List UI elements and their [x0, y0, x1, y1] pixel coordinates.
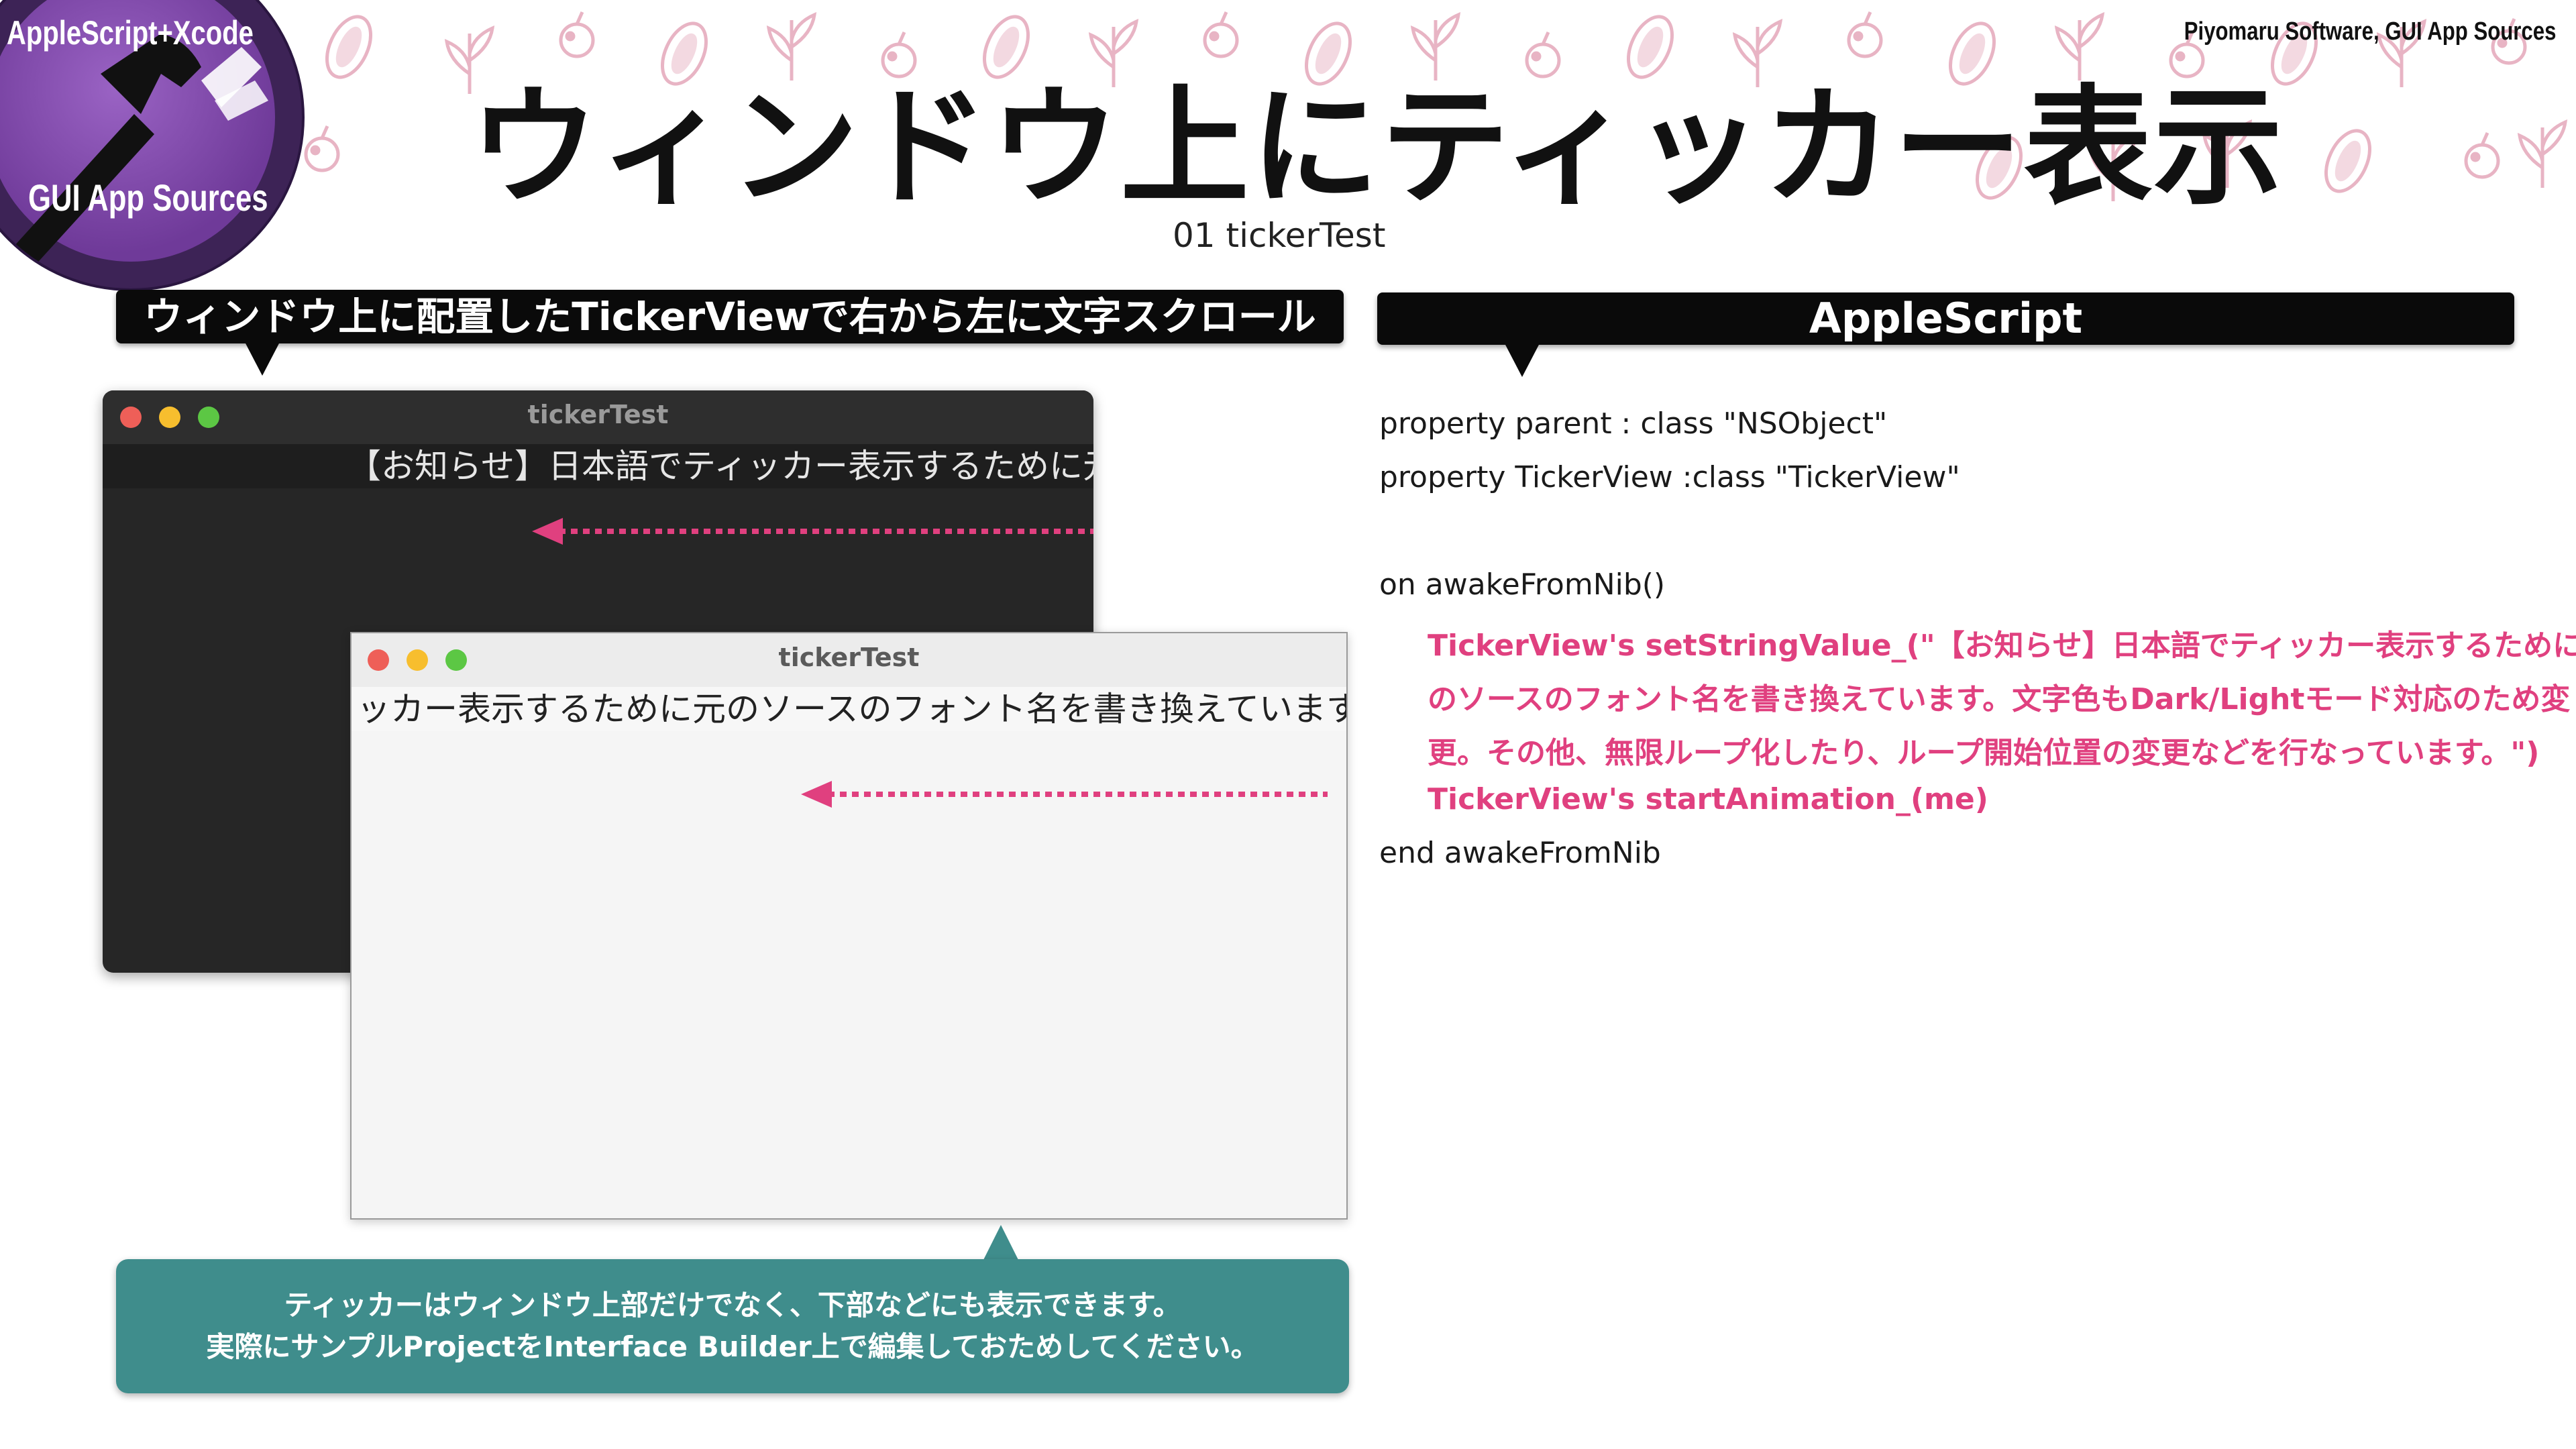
window-titlebar: tickerTest — [352, 633, 1346, 687]
code-line: TickerView's setStringValue_("【お知らせ】日本語で… — [1428, 629, 2576, 663]
ticker-view: ッカー表示するために元のソースのフォント名を書き換えています。 — [352, 687, 1346, 731]
note-line: ティッカーはウィンドウ上部だけでなく、下部などにも表示できます。 — [284, 1289, 1181, 1322]
arrow-left-icon — [532, 518, 1093, 545]
code-line: のソースのフォント名を書き換えています。文字色もDark/Lightモード対応の… — [1428, 682, 2571, 716]
note-pointer — [983, 1225, 1018, 1260]
ticker-text: ッカー表示するために元のソースのフォント名を書き換えています。 — [357, 690, 1346, 729]
window-title: tickerTest — [778, 643, 920, 672]
ticker-text: 【お知らせ】日本語でティッカー表示するために元 — [347, 447, 1093, 486]
ticker-view: 【お知らせ】日本語でティッカー表示するために元 — [103, 444, 1093, 488]
code-line: property TickerView :class "TickerView" — [1379, 460, 1960, 494]
code-line: TickerView's startAnimation_(me) — [1428, 782, 1988, 816]
light-mode-window: tickerTest ッカー表示するために元のソースのフォント名を書き換えていま… — [350, 632, 1348, 1220]
arrow-left-icon — [801, 781, 1328, 808]
logo-top-text: AppleScript+Xcode — [7, 14, 254, 52]
window-titlebar: tickerTest — [103, 390, 1093, 444]
app-logo: AppleScript+Xcode GUI App Sources — [0, 0, 302, 288]
code-line: end awakeFromNib — [1379, 836, 1661, 870]
note-callout: ティッカーはウィンドウ上部だけでなく、下部などにも表示できます。 実際にサンプル… — [116, 1259, 1349, 1393]
code-line: on awakeFromNib() — [1379, 568, 1666, 602]
left-label-pointer — [245, 342, 280, 376]
right-section-label: AppleScript — [1377, 292, 2514, 345]
code-line: property parent : class "NSObject" — [1379, 407, 1888, 441]
brand-label: Piyomaru Software, GUI App Sources — [2184, 17, 2556, 46]
right-label-pointer — [1505, 343, 1540, 377]
page-subtitle: 01 tickerTest — [1173, 216, 1386, 255]
page-title: ウィンドウ上にティッカー表示 — [470, 73, 2284, 223]
code-line: 更。その他、無限ループ化したり、ループ開始位置の変更などを行なっています。") — [1428, 736, 2540, 770]
logo-bottom-text: GUI App Sources — [28, 176, 268, 219]
left-section-label: ウィンドウ上に配置したTickerViewで右から左に文字スクロール — [116, 290, 1344, 343]
window-title: tickerTest — [527, 400, 669, 429]
note-line: 実際にサンプルProjectをInterface Builder上で編集しておた… — [206, 1330, 1259, 1363]
